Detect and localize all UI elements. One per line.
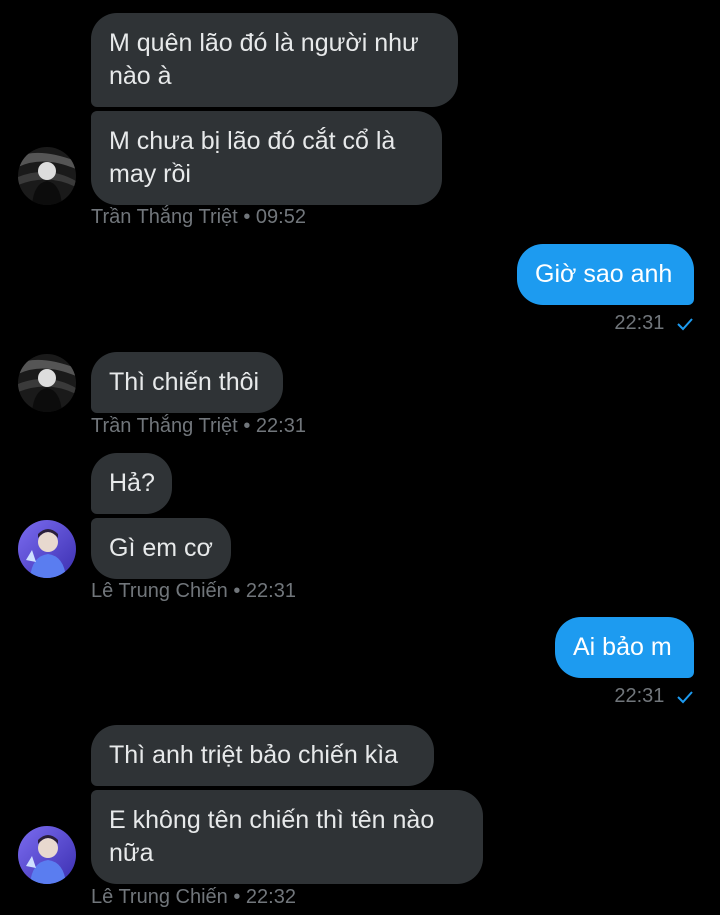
separator-dot: • <box>243 415 251 437</box>
message-meta: 22:31 <box>614 312 694 335</box>
timestamp: 09:52 <box>255 206 306 228</box>
message-meta: Lê Trung Chiến • 22:31 <box>91 580 296 603</box>
sender-name[interactable]: Trần Thắng Triệt <box>91 206 238 228</box>
message-text: Ai bảo m <box>573 633 672 661</box>
incoming-message-bubble[interactable]: Hả? <box>91 453 172 514</box>
message-meta: Lê Trung Chiến • 22:32 <box>91 886 296 909</box>
message-text: E không tên chiến thì tên nào nữa <box>109 806 435 867</box>
separator-dot: • <box>233 580 241 602</box>
incoming-message-bubble[interactable]: E không tên chiến thì tên nào nữa <box>91 790 483 884</box>
message-text: Thì chiến thôi <box>109 368 260 396</box>
timestamp: 22:31 <box>255 415 306 437</box>
incoming-message-bubble[interactable]: M chưa bị lão đó cắt cổ là may rồi <box>91 111 442 205</box>
message-meta: Trần Thắng Triệt • 22:31 <box>91 415 306 438</box>
avatar-triet[interactable] <box>18 354 76 412</box>
timestamp: 22:32 <box>245 886 296 908</box>
avatar-chien[interactable] <box>18 826 76 884</box>
timestamp: 22:31 <box>245 580 296 602</box>
timestamp: 22:31 <box>614 685 665 707</box>
incoming-message-bubble[interactable]: Thì anh triệt bảo chiến kìa <box>91 725 434 786</box>
avatar-purple-photo-icon <box>18 826 76 884</box>
sender-name[interactable]: Lê Trung Chiến <box>91 580 228 602</box>
message-text: Giờ sao anh <box>535 260 673 288</box>
avatar-dark-photo-icon <box>18 354 76 412</box>
check-icon <box>677 691 693 704</box>
message-text: Gì em cơ <box>109 534 213 562</box>
avatar-dark-photo-icon <box>18 147 76 205</box>
sender-name[interactable]: Trần Thắng Triệt <box>91 415 238 437</box>
message-text: M chưa bị lão đó cắt cổ là may rồi <box>109 127 396 188</box>
message-text: Hả? <box>109 469 155 497</box>
avatar-triet[interactable] <box>18 147 76 205</box>
incoming-message-bubble[interactable]: M quên lão đó là người như nào à <box>91 13 458 107</box>
incoming-message-bubble[interactable]: Gì em cơ <box>91 518 231 579</box>
sender-name[interactable]: Lê Trung Chiến <box>91 886 228 908</box>
avatar-purple-photo-icon <box>18 520 76 578</box>
incoming-message-bubble[interactable]: Thì chiến thôi <box>91 352 283 413</box>
check-icon <box>677 318 693 331</box>
avatar-chien[interactable] <box>18 520 76 578</box>
message-text: Thì anh triệt bảo chiến kìa <box>109 741 399 769</box>
outgoing-message-bubble[interactable]: Ai bảo m <box>555 617 694 678</box>
message-meta: Trần Thắng Triệt • 09:52 <box>91 206 306 229</box>
separator-dot: • <box>233 886 241 908</box>
separator-dot: • <box>243 206 251 228</box>
message-meta: 22:31 <box>614 685 694 708</box>
message-text: M quên lão đó là người như nào à <box>109 29 419 90</box>
timestamp: 22:31 <box>614 312 665 334</box>
outgoing-message-bubble[interactable]: Giờ sao anh <box>517 244 694 305</box>
